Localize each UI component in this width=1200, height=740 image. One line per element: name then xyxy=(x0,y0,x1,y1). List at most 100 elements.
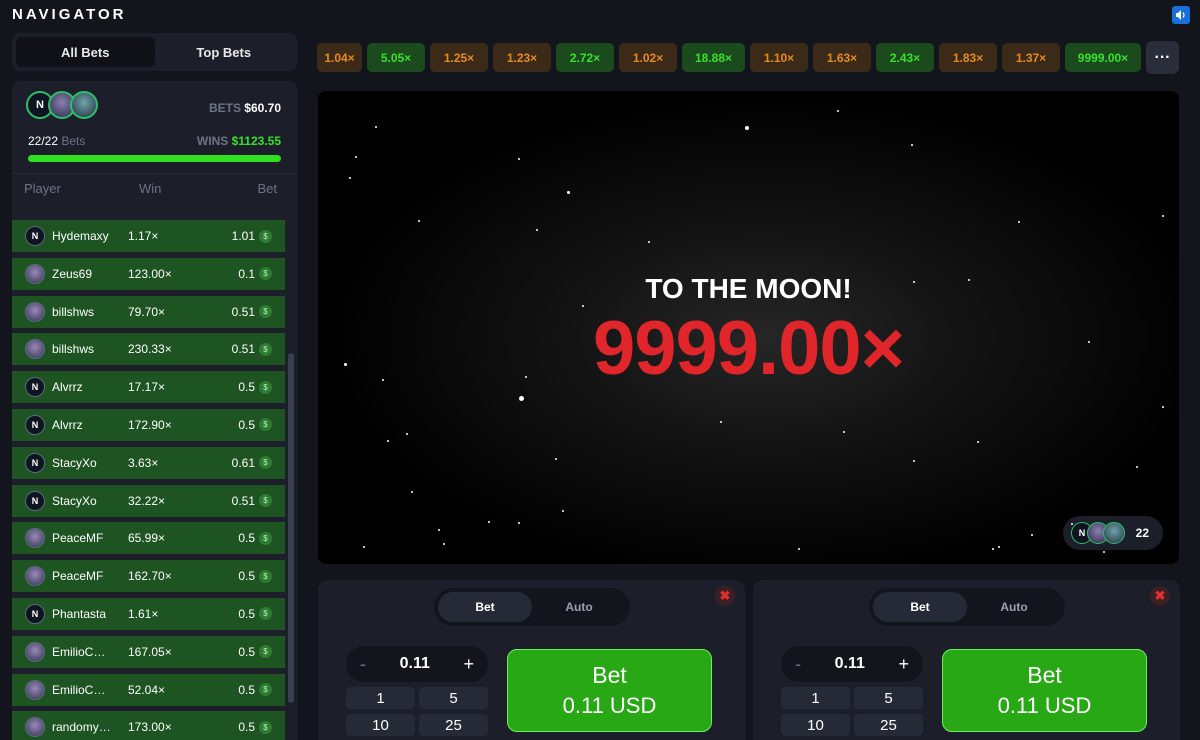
history-multiplier-chip[interactable]: 1.63× xyxy=(813,43,871,72)
bets-progress-bar xyxy=(28,155,281,162)
star-decoration xyxy=(418,220,420,222)
tab-all-bets[interactable]: All Bets xyxy=(16,37,155,67)
star-decoration xyxy=(648,241,650,243)
quick-amount-button[interactable]: 1 xyxy=(781,687,850,709)
tab-bet[interactable]: Bet xyxy=(438,592,532,622)
decrease-button[interactable]: - xyxy=(360,654,366,675)
history-multiplier-chip[interactable]: 1.10× xyxy=(750,43,808,72)
tab-auto[interactable]: Auto xyxy=(532,592,626,622)
history-multiplier-chip[interactable]: 1.25× xyxy=(430,43,488,72)
decrease-button[interactable]: - xyxy=(795,654,801,675)
star-decoration xyxy=(518,158,520,160)
star-decoration xyxy=(843,431,845,433)
avatar xyxy=(25,528,45,549)
sound-toggle-button[interactable] xyxy=(1172,6,1190,24)
avatar xyxy=(25,717,45,738)
game-canvas: TO THE MOON! 9999.00× N 22 xyxy=(318,91,1179,564)
star-decoration xyxy=(798,548,800,550)
more-history-button[interactable]: ··· xyxy=(1146,41,1179,74)
history-multiplier-chip[interactable]: 2.72× xyxy=(556,43,614,72)
quick-amount-button[interactable]: 5 xyxy=(854,687,923,709)
amount-input[interactable]: 0.11 xyxy=(835,655,865,673)
history-multiplier-chip[interactable]: 9999.00× xyxy=(1065,43,1141,72)
tab-auto[interactable]: Auto xyxy=(967,592,1061,622)
player-win: 65.99× xyxy=(128,531,166,546)
avatar-stack: N xyxy=(26,91,98,119)
table-row: PeaceMF 65.99× 0.5 $ xyxy=(12,522,285,555)
history-multiplier-chip[interactable]: 1.23× xyxy=(493,43,551,72)
progress-fill xyxy=(28,155,281,162)
player-bet: 0.5 xyxy=(238,720,255,735)
amount-stepper: - 0.11 + xyxy=(346,646,488,682)
table-row: randomy… 173.00× 0.5 $ xyxy=(12,711,285,740)
star-decoration xyxy=(525,376,527,378)
player-win: 230.33× xyxy=(128,342,172,357)
close-panel-button[interactable]: ✖ xyxy=(715,586,735,606)
multiplier-history: 1.04× 5.05× 1.25× 1.23× 2.72× 1.02× 18.88× 1.10… xyxy=(317,43,1146,72)
player-name: PeaceMF xyxy=(52,531,104,546)
star-decoration xyxy=(1162,406,1164,408)
dollar-icon: $ xyxy=(259,229,272,243)
star-decoration xyxy=(567,191,570,194)
star-decoration xyxy=(1136,466,1138,468)
avatar: N xyxy=(25,603,45,624)
quick-amount-button[interactable]: 1 xyxy=(346,687,415,709)
star-decoration xyxy=(555,458,557,460)
star-decoration xyxy=(1103,551,1105,553)
history-multiplier-chip[interactable]: 1.04× xyxy=(317,43,362,72)
dollar-icon: $ xyxy=(259,645,272,659)
quick-amount-button[interactable]: 10 xyxy=(346,714,415,736)
player-win: 17.17× xyxy=(128,380,166,395)
close-panel-button[interactable]: ✖ xyxy=(1150,586,1170,606)
dollar-icon: $ xyxy=(259,494,272,508)
bet-button-label: Bet xyxy=(1027,662,1062,688)
app-logo: NAVIGATOR xyxy=(12,6,127,23)
tab-bet[interactable]: Bet xyxy=(873,592,967,622)
quick-amount-button[interactable]: 25 xyxy=(419,714,488,736)
history-multiplier-chip[interactable]: 1.37× xyxy=(1002,43,1060,72)
star-decoration xyxy=(355,156,357,158)
dollar-icon: $ xyxy=(259,720,272,734)
players-online[interactable]: N 22 xyxy=(1063,516,1163,550)
table-row: N StacyXo 3.63× 0.61 $ xyxy=(12,446,285,479)
player-name: randomy… xyxy=(52,720,111,735)
history-multiplier-chip[interactable]: 1.02× xyxy=(619,43,677,72)
avatar xyxy=(25,566,45,587)
table-row: N StacyXo 32.22× 0.51 $ xyxy=(12,484,285,517)
history-multiplier-chip[interactable]: 1.83× xyxy=(939,43,997,72)
quick-amount-button[interactable]: 5 xyxy=(419,687,488,709)
wins-label: WINS xyxy=(196,134,229,148)
player-bet: 0.5 xyxy=(238,644,255,659)
history-multiplier-chip[interactable]: 2.43× xyxy=(876,43,934,72)
star-decoration xyxy=(913,281,915,283)
dollar-icon: $ xyxy=(259,607,272,621)
player-bet: 0.5 xyxy=(238,380,255,395)
increase-button[interactable]: + xyxy=(463,654,474,675)
player-win: 123.00× xyxy=(128,266,172,281)
history-multiplier-chip[interactable]: 18.88× xyxy=(682,43,745,72)
star-decoration xyxy=(977,441,979,443)
quick-amount-button[interactable]: 10 xyxy=(781,714,850,736)
table-row: N Alvrrz 172.90× 0.5 $ xyxy=(12,408,285,441)
place-bet-button[interactable]: Bet 0.11 USD xyxy=(507,649,712,732)
quick-amount-button[interactable]: 25 xyxy=(854,714,923,736)
place-bet-button[interactable]: Bet 0.11 USD xyxy=(942,649,1147,732)
list-scrollbar[interactable] xyxy=(288,353,294,703)
player-name: Alvrrz xyxy=(52,380,83,395)
star-decoration xyxy=(998,546,1000,548)
history-multiplier-chip[interactable]: 5.05× xyxy=(367,43,425,72)
tab-top-bets[interactable]: Top Bets xyxy=(155,37,294,67)
avatar xyxy=(25,301,45,322)
list-header: Player Win Bet xyxy=(12,173,297,203)
star-decoration xyxy=(1071,523,1073,525)
bet-mode-tabs: Bet Auto xyxy=(869,588,1065,626)
bets-total: BETS $60.70 xyxy=(209,101,281,115)
players-count: 22 xyxy=(1135,526,1149,540)
amount-input[interactable]: 0.11 xyxy=(400,655,430,673)
player-bet: 0.61 xyxy=(231,455,255,470)
dollar-icon: $ xyxy=(259,418,272,432)
close-icon: ✖ xyxy=(1154,588,1166,603)
player-bet: 0.5 xyxy=(238,682,255,697)
increase-button[interactable]: + xyxy=(898,654,909,675)
bets-count-value: 22/22 xyxy=(28,134,59,148)
